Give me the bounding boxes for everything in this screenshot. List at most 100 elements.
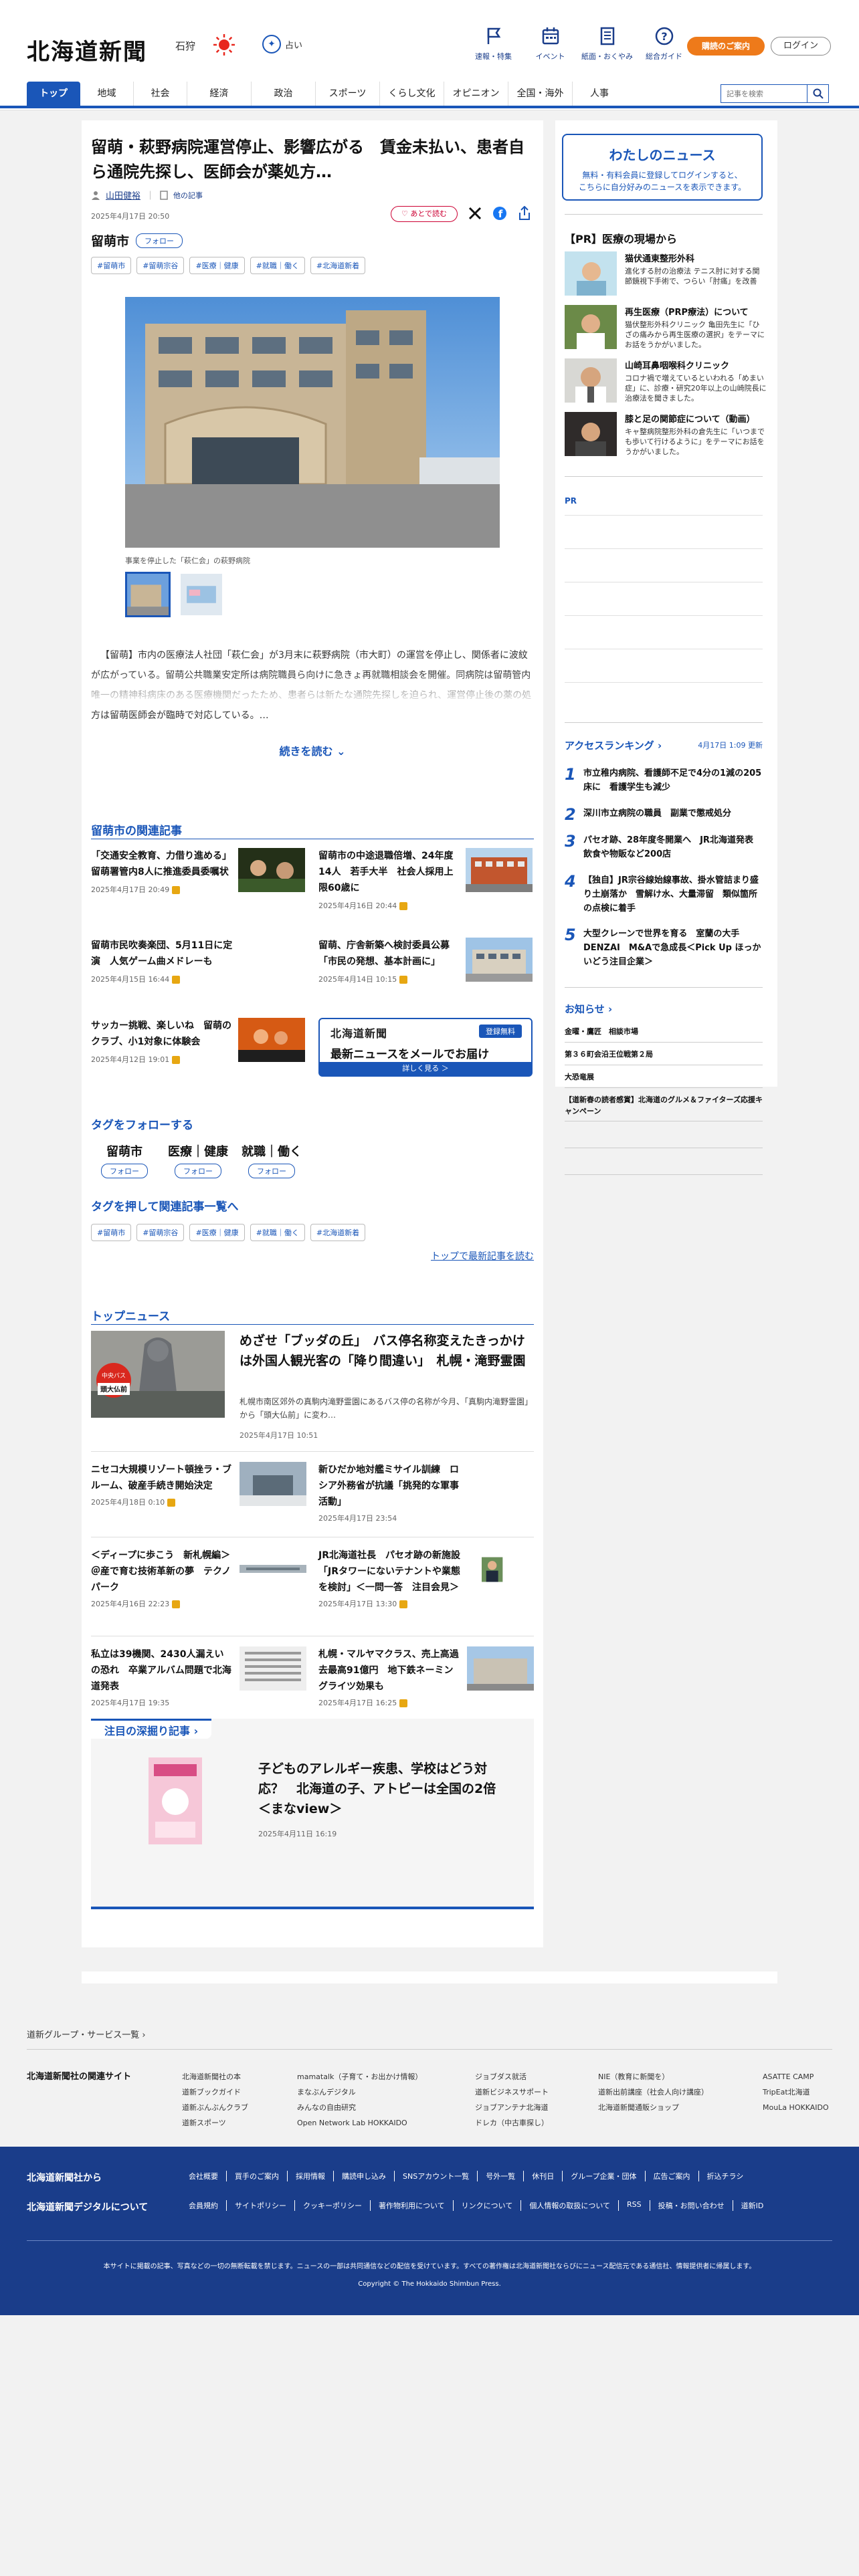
tag-chip[interactable]: #留萌宗谷 (136, 1224, 185, 1241)
top-news-item[interactable]: JR北海道社長 パセオ跡の新施設「JRタワーにないテナントや業態を検討」＜一問一… (318, 1547, 534, 1609)
footer-link[interactable]: 個人情報の取扱について (521, 2200, 619, 2211)
footer-link[interactable]: TripEat北海道 (763, 2084, 829, 2100)
sun-weather-icon[interactable] (213, 33, 235, 56)
footer-link[interactable]: RSS (619, 2200, 650, 2211)
top-news-item[interactable]: ＜ディープに歩こう 新札幌編＞＠産で育む技術革新の夢 テクノパーク 2025年4… (91, 1547, 306, 1609)
feature-title[interactable]: 子どものアレルギー疾患、学校はどう対応？ 北海道の子、アトピーは全国の2倍＜まな… (258, 1759, 499, 1819)
footer-link[interactable]: 北海道新聞通販ショップ (598, 2100, 708, 2115)
notice-item[interactable]: 金曜・鷹匠 相談市場 (565, 1026, 765, 1037)
header-news-special[interactable]: 速報・特集 (465, 25, 522, 62)
subscribe-button[interactable]: 購読のご案内 (687, 37, 765, 56)
footer-link[interactable]: mamatalk（子育て・お出かけ情報） (297, 2069, 422, 2084)
tag-chip[interactable]: #北海道新着 (310, 257, 366, 274)
notice-title[interactable]: お知らせ › (565, 1002, 612, 1016)
read-more-link[interactable]: 続きを読む ⌄ (82, 742, 543, 758)
notice-item[interactable]: 第３６町会沿王位戦第２局 (565, 1049, 765, 1059)
footer-link[interactable]: 道新ぶんぶんクラブ (182, 2100, 248, 2115)
nav-tab-opinion[interactable]: オピニオン (444, 82, 508, 106)
tag-chip[interactable]: #就職｜働く (250, 1224, 305, 1241)
footer-link[interactable]: ASATTE CAMP (763, 2069, 829, 2084)
pr-item[interactable]: 再生医療（PRP療法）について 猫伏整形外科クリニック 亀田先生に「ひざの痛みか… (565, 305, 765, 353)
footer-link[interactable]: 購読申し込み (334, 2171, 395, 2181)
feature-label[interactable]: 注目の深掘り記事 › (91, 1719, 212, 1739)
ranking-title[interactable]: アクセスランキング › (565, 738, 662, 752)
article-main-photo[interactable] (125, 297, 500, 548)
latest-articles-link[interactable]: トップで最新記事を読む (431, 1249, 534, 1263)
top-news-item[interactable]: ニセコ大規模リゾート頓挫ラ・ブルーム、破産手続き開始決定 2025年4月18日 … (91, 1462, 306, 1507)
nav-tab-sports[interactable]: スポーツ (316, 82, 380, 106)
nav-tab-top[interactable]: トップ (27, 82, 80, 106)
footer-link[interactable]: SNSアカウント一覧 (395, 2171, 478, 2181)
nav-tab-politics[interactable]: 政治 (252, 82, 316, 106)
footer-link[interactable]: 休刊日 (524, 2171, 563, 2181)
footer-link[interactable]: Open Network Lab HOKKAIDO (297, 2115, 422, 2131)
search-input[interactable] (721, 85, 804, 102)
footer-link[interactable]: グループ企業・団体 (563, 2171, 646, 2181)
footer-link[interactable]: サイトポリシー (227, 2200, 295, 2211)
top-news-item[interactable]: 新ひだか地対艦ミサイル訓練 ロシア外務省が抗議「挑発的な軍事活動」 2025年4… (318, 1462, 534, 1523)
footer-link[interactable]: 道新スポーツ (182, 2115, 248, 2131)
footer-link[interactable]: 広告ご案内 (646, 2171, 699, 2181)
notice-item[interactable]: 【道新春の読者感賞】北海道のグルメ＆ファイターズ応援キャンペーン (565, 1094, 765, 1117)
footer-link[interactable]: クッキーポリシー (295, 2200, 371, 2211)
top-news-item[interactable]: 札幌・マルヤマクラス、売上高過去最高91億円 地下鉄ネーミングライツ効果も 20… (318, 1646, 534, 1708)
related-article[interactable]: サッカー挑戦、楽しいね 留萌のクラブ、小1対象に体験会 2025年4月12日 1… (91, 1018, 305, 1065)
tag-chip[interactable]: #留萌市 (91, 1224, 132, 1241)
newsletter-more-link[interactable]: 詳しく見る ＞ (320, 1062, 531, 1075)
footer-link[interactable]: 折込チラシ (699, 2171, 752, 2181)
author-other-articles-link[interactable]: 他の記事 (173, 190, 203, 201)
footer-link[interactable]: まなぶんデジタル (297, 2084, 422, 2100)
read-later-button[interactable]: ♡ あとで読む (391, 206, 458, 222)
footer-link[interactable]: 投稿・お問い合わせ (650, 2200, 733, 2211)
footer-link[interactable]: 採用情報 (288, 2171, 334, 2181)
facebook-share-icon[interactable]: f (492, 206, 507, 221)
tag-chip[interactable]: #北海道新着 (310, 1224, 366, 1241)
header-events[interactable]: イベント (522, 25, 579, 62)
footer-link[interactable]: 道新出前講座（社会人向け講座） (598, 2084, 708, 2100)
footer-link[interactable]: MouLa HOKKAIDO (763, 2100, 829, 2115)
tag-follow-button[interactable]: フォロー (101, 1164, 148, 1178)
related-article[interactable]: 留萌市民吹奏楽団、5月11日に定演 人気ゲーム曲メドレーも 2025年4月15日… (91, 938, 305, 984)
footer-link[interactable]: 会員規約 (181, 2200, 227, 2211)
footer-link[interactable]: 道新ビジネスサポート (475, 2084, 549, 2100)
footer-link[interactable]: NIE（教育に新聞を） (598, 2069, 708, 2084)
footer-link[interactable]: リンクについて (454, 2200, 522, 2211)
tag-chip[interactable]: #医療｜健康 (189, 257, 245, 274)
photo-thumbnail[interactable] (179, 572, 224, 617)
pr-item[interactable]: 山崎耳鼻咽喉科クリニック コロナ禍で増えているといわれる「めまい症」に、診療・研… (565, 358, 767, 407)
notice-item[interactable]: 大恐竜展 (565, 1071, 765, 1082)
footer-link[interactable]: ジョブダス就活 (475, 2069, 549, 2084)
tag-chip[interactable]: #医療｜健康 (189, 1224, 245, 1241)
footer-link[interactable]: 道新ブックガイド (182, 2084, 248, 2100)
header-papers[interactable]: 紙面・おくやみ (579, 25, 636, 62)
nav-tab-personnel[interactable]: 人事 (573, 82, 626, 106)
search-button[interactable] (807, 85, 828, 102)
related-article[interactable]: 留萌市の中途退職倍増、24年度14人 若手大半 社会人採用上限60歳に 2025… (318, 848, 533, 911)
related-article[interactable]: 「交通安全教育、力借り進める」 留萌署管内8人に推進委員委嘱状 2025年4月1… (91, 848, 305, 895)
pr-item[interactable]: 膝と足の関節症について（動画） キャ整病院整形外科の倉先生に「いつまでも歩いて行… (565, 412, 765, 460)
nav-tab-world[interactable]: 全国・海外 (508, 82, 573, 106)
related-article[interactable]: 留萌、庁舎新築へ検討委員公募 「市民の発想、基本計画に」 2025年4月14日 … (318, 938, 533, 984)
city-follow-button[interactable]: フォロー (136, 233, 183, 248)
footer-link[interactable]: ドレカ（中古車探し） (475, 2115, 549, 2131)
my-news-box[interactable]: わたしのニュース 無料・有料会員に登録してログインすると、 こちらに自分好みのニュ… (562, 134, 763, 201)
footer-link[interactable]: 北海道新聞社の本 (182, 2069, 248, 2084)
nav-tab-society[interactable]: 社会 (134, 82, 187, 106)
footer-link[interactable]: 会社概要 (181, 2171, 227, 2181)
email-newsletter-banner[interactable]: 北海道新聞 登録無料 最新ニュースをメールでお届け 詳しく見る ＞ (318, 1018, 533, 1077)
nav-tab-economy[interactable]: 経済 (187, 82, 252, 106)
top-news-main-title[interactable]: めざせ「ブッダの丘」 バス停名称変えたきっかけは外国人観光客の「降り間違い」 札… (240, 1331, 534, 1371)
footer-link[interactable]: みんなの自由研究 (297, 2100, 422, 2115)
feature-image[interactable] (149, 1757, 202, 1844)
site-logo[interactable]: 北海道新聞 (27, 33, 147, 66)
region-label[interactable]: 石狩 (175, 39, 195, 53)
author-link[interactable]: 山田健裕 (106, 189, 140, 201)
tag-chip[interactable]: #留萌市 (91, 257, 132, 274)
photo-thumbnail[interactable] (125, 572, 171, 617)
footer-link[interactable]: 号外一覧 (478, 2171, 524, 2181)
tag-chip[interactable]: #留萌宗谷 (136, 257, 185, 274)
pr-item[interactable]: 猫伏通東整形外科 進化する肘の治療法 テニス肘に対する関節鏡視下手術で、つらい「… (565, 251, 765, 300)
footer-link[interactable]: ジョブアンテナ北海道 (475, 2100, 549, 2115)
top-news-item[interactable]: 私立は39機関、2430人漏えいの恐れ 卒業アルバム問題で北海道発表 2025年… (91, 1646, 306, 1708)
group-services-link[interactable]: 道新グループ・サービス一覧 › (27, 2028, 146, 2040)
